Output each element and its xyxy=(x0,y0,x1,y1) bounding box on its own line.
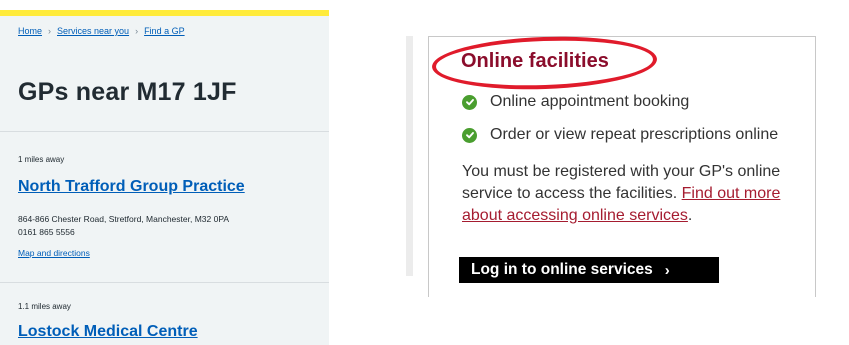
map-and-directions-link[interactable]: Map and directions xyxy=(18,248,90,258)
facility-item: Online appointment booking xyxy=(462,93,689,111)
divider xyxy=(0,131,329,132)
breadcrumb-services-near-you[interactable]: Services near you xyxy=(57,26,129,36)
facility-item-label: Order or view repeat prescriptions onlin… xyxy=(490,126,779,143)
result-phone: 0161 865 5556 xyxy=(18,227,75,237)
check-circle-icon xyxy=(462,94,477,110)
registration-note-end: . xyxy=(687,207,693,224)
facility-item-label: Online appointment booking xyxy=(490,93,690,110)
check-circle-icon xyxy=(462,127,477,143)
result-practice-name[interactable]: North Trafford Group Practice xyxy=(18,178,245,196)
result-distance: 1 miles away xyxy=(18,155,65,164)
breadcrumb-find-a-gp[interactable]: Find a GP xyxy=(144,26,185,36)
online-facilities-box: Online facilities Online appointment boo… xyxy=(428,33,816,297)
chevron-right-icon: › xyxy=(664,261,670,279)
highlight-ellipse xyxy=(431,33,658,93)
result-address: 864-866 Chester Road, Stretford, Manches… xyxy=(18,214,230,224)
page-title: GPs near M17 1JF xyxy=(18,78,237,106)
breadcrumb-separator-icon: › xyxy=(135,26,139,36)
facility-item: Order or view repeat prescriptions onlin… xyxy=(462,126,778,144)
gp-search-panel: Home › Services near you › Find a GP GPs nea… xyxy=(0,0,329,345)
sidebar-strip xyxy=(406,36,413,276)
breadcrumb-home[interactable]: Home xyxy=(18,26,42,36)
online-facilities-panel: Online facilities Online appointment boo… xyxy=(406,0,849,345)
login-button-label: Log in to online services xyxy=(471,261,653,278)
registration-note: You must be registered with your GP's on… xyxy=(462,161,812,227)
breadcrumb-separator-icon: › xyxy=(48,26,52,36)
result-practice-name[interactable]: Lostock Medical Centre xyxy=(18,323,198,341)
divider xyxy=(0,282,329,283)
login-online-services-button[interactable]: Log in to online services › xyxy=(459,257,719,283)
breadcrumb: Home › Services near you › Find a GP xyxy=(18,26,185,36)
result-distance: 1.1 miles away xyxy=(18,302,71,311)
